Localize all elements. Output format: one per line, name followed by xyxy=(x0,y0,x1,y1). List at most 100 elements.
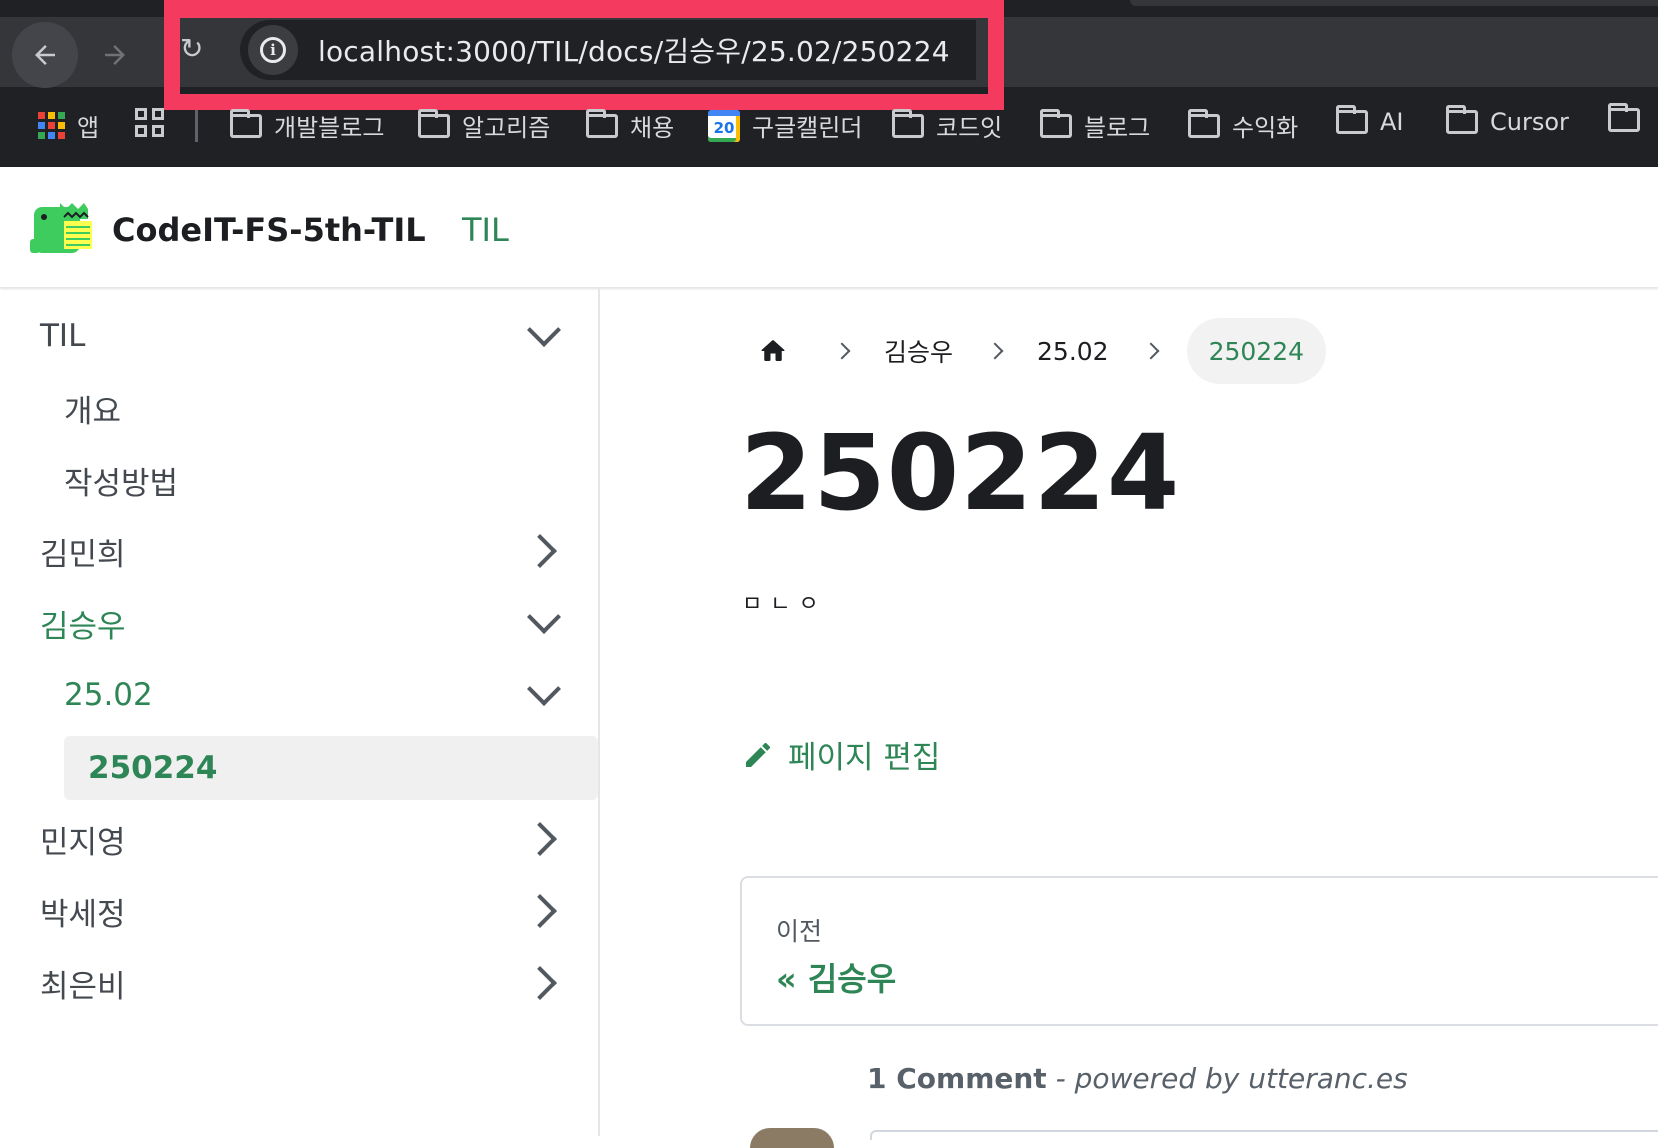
chevron-down-icon[interactable] xyxy=(527,672,561,706)
forward-button[interactable] xyxy=(82,22,148,88)
chevron-right-icon xyxy=(986,342,1004,360)
sidebar-item-25-02[interactable]: 25.02 xyxy=(64,663,580,727)
sidebar-item-label: 최은비 xyxy=(40,968,126,1005)
sidebar-item-minjiyoung[interactable]: 민지영 xyxy=(40,807,580,871)
sidebar-item-parksejeong[interactable]: 박세정 xyxy=(40,879,580,943)
bookmarks-bar: 앱 개발블로그 알고리즘 채용 20 구글캘린더 코드잇 블로그 수익화 AI … xyxy=(0,100,1658,150)
bookmark-algorithm[interactable]: 알고리즘 xyxy=(418,108,550,143)
chevron-right-icon[interactable] xyxy=(523,534,557,568)
folder-icon xyxy=(1336,105,1368,134)
site-navbar: CodeIT-FS-5th-TIL TIL xyxy=(0,167,1658,288)
edit-page-label: 페이지 편집 xyxy=(788,740,941,776)
bookmark-label: Cursor xyxy=(1490,108,1569,136)
apps-grid-icon xyxy=(38,112,65,139)
chevron-down-icon[interactable] xyxy=(527,600,561,634)
nav-link-til[interactable]: TIL xyxy=(462,211,509,249)
browser-chrome: ↻ i localhost:3000/TIL/docs/김승우/25.02/25… xyxy=(0,0,1658,167)
arrow-left-icon xyxy=(35,45,55,65)
bookmark-label: 구글캘린더 xyxy=(752,114,863,142)
doc-body-text: ㅁㄴㅇ xyxy=(742,592,827,617)
sidebar-item-label: 민지영 xyxy=(40,824,126,861)
comments-header: 1 Comment - powered by utteranc.es xyxy=(867,1062,1408,1095)
bookmark-ai[interactable]: AI xyxy=(1336,105,1404,136)
breadcrumb-item[interactable]: 김승우 xyxy=(878,333,959,369)
comments-powered-by: - powered by utteranc.es xyxy=(1046,1062,1408,1095)
chevron-right-icon xyxy=(833,342,851,360)
sidebar-item-label: 개요 xyxy=(64,393,122,430)
sidebar-item-label: 김승우 xyxy=(40,608,126,645)
reload-icon[interactable]: ↻ xyxy=(180,32,203,65)
sidebar-item-kimseungwoo[interactable]: 김승우 xyxy=(40,591,580,655)
folder-icon xyxy=(1446,105,1478,134)
chevron-right-icon[interactable] xyxy=(523,966,557,1000)
folder-icon xyxy=(1188,108,1220,138)
folder-icon xyxy=(418,108,450,138)
google-calendar-icon: 20 xyxy=(708,109,740,142)
chevron-down-icon[interactable] xyxy=(527,313,561,347)
pagination-prev[interactable]: 이전 « 김승우 xyxy=(740,876,1658,1026)
annotation-highlight-top xyxy=(164,0,1004,18)
arrow-right-icon xyxy=(105,45,125,65)
breadcrumb-home[interactable] xyxy=(740,318,806,384)
url-text[interactable]: localhost:3000/TIL/docs/김승우/25.02/250224 xyxy=(318,30,950,70)
sidebar-item-overview[interactable]: 개요 xyxy=(64,376,580,440)
sidebar-item-label: TIL xyxy=(40,318,86,354)
chevron-right-icon[interactable] xyxy=(523,894,557,928)
bookmark-label: 알고리즘 xyxy=(462,114,551,142)
bookmark-tab-groups[interactable] xyxy=(135,108,176,137)
bookmark-label: 코드잇 xyxy=(936,114,1003,142)
sidebar-item-label: 박세정 xyxy=(40,896,126,933)
bookmark-cursor[interactable]: Cursor xyxy=(1446,105,1569,136)
comment-count[interactable]: 1 Comment xyxy=(867,1062,1047,1095)
folder-icon xyxy=(586,108,618,138)
info-icon: i xyxy=(260,37,286,63)
chevron-right-icon xyxy=(1142,342,1160,360)
avatar[interactable] xyxy=(750,1128,834,1148)
tab-groups-icon xyxy=(135,108,164,137)
bookmark-google-calendar[interactable]: 20 구글캘린더 xyxy=(708,108,862,143)
bookmark-label: 개발블로그 xyxy=(274,114,385,142)
page-title: 250224 xyxy=(740,412,1181,534)
breadcrumb: 김승우 25.02 250224 xyxy=(740,318,1327,384)
sidebar-item-til[interactable]: TIL xyxy=(40,304,580,368)
breadcrumb-current: 250224 xyxy=(1186,318,1327,384)
home-icon xyxy=(761,340,785,361)
sidebar-item-label: 김민희 xyxy=(40,536,126,573)
bookmark-hiring[interactable]: 채용 xyxy=(586,108,674,143)
bookmark-label: 블로그 xyxy=(1084,114,1151,142)
sidebar-item-how-to-write[interactable]: 작성방법 xyxy=(64,448,580,512)
docs-sidebar: TIL 개요 작성방법 김민희 김승우 25.02 250224 민지영 박세정… xyxy=(0,288,600,1136)
bookmark-label: 채용 xyxy=(630,114,675,142)
bookmark-label: AI xyxy=(1380,108,1404,136)
folder-icon xyxy=(1040,108,1072,138)
breadcrumb-item[interactable]: 25.02 xyxy=(1031,337,1115,366)
sidebar-item-kimminhee[interactable]: 김민희 xyxy=(40,519,580,583)
edit-page-link[interactable]: 페이지 편집 xyxy=(742,732,940,777)
docusaurus-logo-icon[interactable] xyxy=(30,201,98,257)
bookmark-blog[interactable]: 블로그 xyxy=(1040,108,1150,143)
pagination-label: « 김승우 xyxy=(776,960,897,998)
folder-icon xyxy=(1608,103,1640,132)
sidebar-item-250224[interactable]: 250224 xyxy=(64,736,598,800)
site-info-button[interactable]: i xyxy=(248,25,298,75)
sidebar-item-label: 25.02 xyxy=(64,677,153,713)
bookmark-label: 앱 xyxy=(77,114,100,142)
comment-box xyxy=(870,1130,1658,1140)
folder-icon xyxy=(230,108,262,138)
bookmark-dev-blog[interactable]: 개발블로그 xyxy=(230,108,384,143)
pagination-sublabel: 이전 xyxy=(776,917,823,946)
tab-strip xyxy=(1130,0,1658,6)
folder-icon xyxy=(892,108,924,138)
site-title[interactable]: CodeIT-FS-5th-TIL xyxy=(112,211,426,249)
bookmark-separator xyxy=(195,110,198,142)
sidebar-item-label: 250224 xyxy=(88,750,218,786)
bookmark-codeit[interactable]: 코드잇 xyxy=(892,108,1002,143)
address-bar[interactable]: i localhost:3000/TIL/docs/김승우/25.02/2502… xyxy=(240,20,976,80)
bookmark-monetization[interactable]: 수익화 xyxy=(1188,108,1298,143)
bookmark-label: 수익화 xyxy=(1232,114,1299,142)
bookmark-more-folder[interactable] xyxy=(1608,103,1652,132)
bookmark-apps[interactable]: 앱 xyxy=(38,108,99,143)
chevron-right-icon[interactable] xyxy=(523,822,557,856)
back-button[interactable] xyxy=(12,22,78,88)
sidebar-item-choieunbi[interactable]: 최은비 xyxy=(40,951,580,1015)
